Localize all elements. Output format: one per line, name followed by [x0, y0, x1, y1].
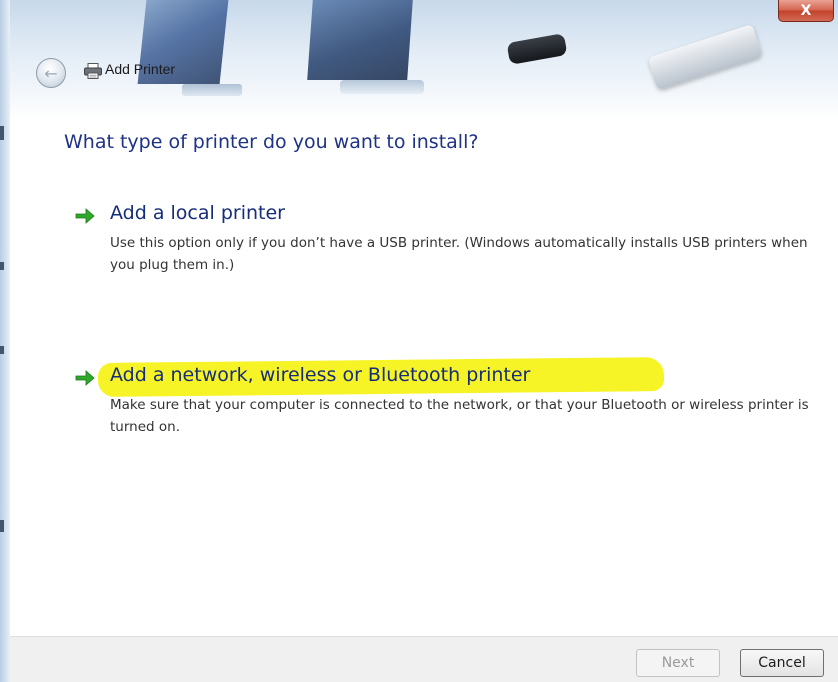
- back-button[interactable]: ←: [36, 58, 66, 88]
- close-button[interactable]: X: [778, 0, 834, 22]
- back-arrow-icon: ←: [44, 63, 58, 83]
- green-arrow-icon: [75, 208, 95, 224]
- option-title: Add a local printer: [110, 202, 285, 224]
- decorative-monitor-stand: [340, 80, 424, 94]
- printer-icon: [84, 63, 102, 79]
- option-description: Make sure that your computer is connecte…: [110, 397, 809, 435]
- title-bar: ← Add Printer X: [10, 0, 838, 120]
- decorative-monitor-stand: [182, 84, 242, 96]
- option-description: Use this option only if you don’t have a…: [110, 235, 808, 273]
- add-local-printer-option[interactable]: Add a local printer Use this option only…: [74, 202, 834, 292]
- decorative-device-image: [506, 33, 568, 65]
- window-left-border: [0, 0, 10, 682]
- next-button[interactable]: Next: [636, 649, 720, 677]
- window-title: Add Printer: [105, 61, 176, 77]
- cancel-button[interactable]: Cancel: [740, 649, 824, 677]
- close-icon: X: [800, 2, 812, 19]
- green-arrow-icon: [75, 370, 95, 386]
- add-printer-window: ← Add Printer X What type of printer do …: [0, 0, 838, 682]
- page-heading: What type of printer do you want to inst…: [64, 131, 479, 153]
- footer-bar: Next Cancel: [10, 636, 838, 682]
- option-title: Add a network, wireless or Bluetooth pri…: [110, 364, 531, 386]
- decorative-monitor-image: [307, 0, 413, 80]
- decorative-usb-drive-image: [647, 23, 763, 91]
- add-network-printer-option[interactable]: Add a network, wireless or Bluetooth pri…: [74, 357, 834, 454]
